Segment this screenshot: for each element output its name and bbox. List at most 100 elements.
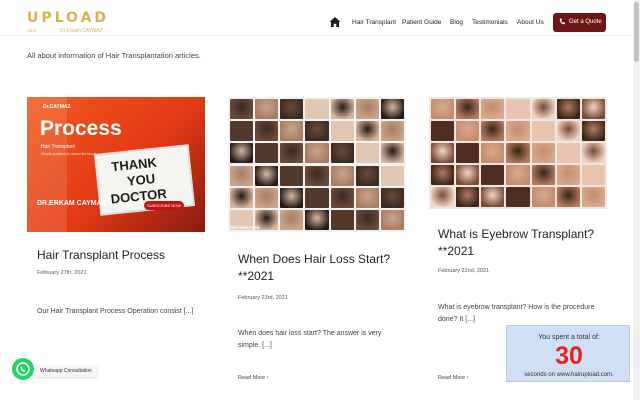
- photo-tile: [305, 187, 329, 208]
- whatsapp-consultation-label[interactable]: Whatsapp Consultation: [35, 365, 97, 377]
- photo-tile: [531, 99, 555, 119]
- get-a-quote-button[interactable]: Get a Quote: [553, 13, 606, 32]
- read-more-link[interactable]: Read More ›: [238, 375, 269, 382]
- photo-tile: [581, 99, 605, 119]
- nav-patient-guide[interactable]: Patient Guide: [402, 19, 441, 27]
- photo-tile: [506, 187, 530, 207]
- photo-tile: [431, 121, 455, 141]
- photo-tile: [556, 121, 580, 141]
- photo-tile: [330, 99, 354, 120]
- photo-tile: [556, 187, 580, 207]
- image-doctor-name: DR.ERKAM CAYMAZ: [37, 200, 106, 207]
- post-excerpt: When does hair loss start? The answer is…: [238, 330, 382, 349]
- photo-tile: [255, 187, 279, 208]
- nav-blog[interactable]: Blog: [450, 19, 463, 27]
- post-excerpt: Our Hair Transplant Process Operation co…: [37, 308, 194, 315]
- photo-tile: [280, 99, 304, 120]
- photo-tile: [230, 121, 254, 142]
- photo-tile: [456, 165, 480, 185]
- post-image-hair-transplant-process[interactable]: Dr.CAYMAZ Process Hair Transplant Simple…: [27, 97, 205, 232]
- post-image-eyebrow[interactable]: [429, 97, 607, 209]
- site-logo[interactable]: UPLOAD HAIR Dr.Erkam CAYMAZ: [27, 10, 117, 36]
- photo-tile: [280, 209, 304, 230]
- post-image-hair-loss[interactable]: BEFORE AFTER: [228, 97, 406, 232]
- post-title[interactable]: When Does Hair Loss Start? **2021: [238, 251, 398, 285]
- logo-wordmark: UPLOAD: [27, 10, 110, 26]
- photo-tile: [255, 99, 279, 120]
- photo-tile: [456, 121, 480, 141]
- post-date: February 22nd, 2021: [438, 268, 490, 274]
- nav-testimonials[interactable]: Testimonials: [472, 19, 508, 27]
- photo-tile: [380, 165, 404, 186]
- photo-tile: [481, 187, 505, 207]
- photo-tile: [431, 187, 455, 207]
- photo-tile: [531, 143, 555, 163]
- logo-tiny-text: HAIR: [27, 28, 37, 33]
- photo-tile: [506, 121, 530, 141]
- phone-icon: [559, 18, 565, 25]
- photo-tile: [506, 99, 530, 119]
- photo-tile: [481, 121, 505, 141]
- photo-tile: [506, 165, 530, 185]
- read-more-label: Read More: [238, 375, 266, 381]
- photo-tile: [330, 143, 354, 164]
- photo-tile: [581, 121, 605, 141]
- photo-tile: [456, 187, 480, 207]
- image-badge: Dr.CAYMAZ: [43, 104, 71, 110]
- photo-tile: [481, 143, 505, 163]
- image-before-label: BEFORE: [230, 225, 247, 230]
- post-excerpt: What is eyebrow transplant? How is the p…: [438, 304, 595, 323]
- post-title[interactable]: Hair Transplant Process: [37, 247, 165, 264]
- post-title[interactable]: What is Eyebrow Transplant? **2021: [438, 226, 603, 260]
- photo-tile: [255, 121, 279, 142]
- photo-tile: [456, 99, 480, 119]
- photo-tile: [556, 99, 580, 119]
- image-subheading: Hair Transplant: [41, 144, 75, 150]
- photo-tile: [230, 99, 254, 120]
- photo-tile: [556, 143, 580, 163]
- photo-tile: [531, 165, 555, 185]
- header-divider: [0, 35, 633, 36]
- photo-tile: [355, 143, 379, 164]
- photo-tile: [305, 99, 329, 120]
- photo-tile: [280, 143, 304, 164]
- scrollbar-thumb[interactable]: [634, 2, 639, 62]
- photo-tile: [355, 165, 379, 186]
- photo-tile: [581, 187, 605, 207]
- photo-tile: [230, 143, 254, 164]
- photo-tile: [481, 165, 505, 185]
- time-spent-widget: You spent a total of: 30 seconds on www.…: [506, 325, 630, 382]
- photo-tile: [380, 209, 404, 230]
- image-subscribe-badge: SUBSCRIBE NOW: [144, 201, 185, 210]
- read-more-label: Read More: [438, 375, 466, 381]
- nav-about-us[interactable]: About Us: [517, 19, 544, 27]
- image-after-label: AFTER: [246, 225, 260, 230]
- post-date: February 23rd, 2021: [238, 295, 288, 301]
- image-heading: Process: [40, 117, 122, 140]
- photo-tile: [355, 121, 379, 142]
- photo-tile: [255, 165, 279, 186]
- whatsapp-button[interactable]: [12, 358, 34, 380]
- page-scrollbar[interactable]: [633, 0, 640, 400]
- photo-tile: [380, 187, 404, 208]
- site-header: UPLOAD HAIR Dr.Erkam CAYMAZ Hair Transpl…: [0, 0, 640, 40]
- home-icon[interactable]: [329, 16, 341, 28]
- nav-hair-transplant[interactable]: Hair Transplant: [352, 19, 396, 27]
- photo-tile: [330, 165, 354, 186]
- photo-tile: [506, 143, 530, 163]
- photo-tile: [431, 99, 455, 119]
- photo-tile: [531, 187, 555, 207]
- whatsapp-icon: [16, 362, 30, 376]
- photo-tile: [581, 143, 605, 163]
- page: UPLOAD HAIR Dr.Erkam CAYMAZ Hair Transpl…: [0, 0, 640, 400]
- timer-seconds: 30: [555, 342, 583, 370]
- photo-tile: [280, 121, 304, 142]
- timer-caption: You spent a total of:: [538, 334, 600, 341]
- logo-tagline: Dr.Erkam CAYMAZ: [60, 28, 103, 34]
- read-more-link[interactable]: Read More ›: [438, 375, 469, 382]
- photo-tile: [380, 121, 404, 142]
- photo-tile: [380, 143, 404, 164]
- get-a-quote-label: Get a Quote: [569, 19, 602, 25]
- photo-tile: [330, 209, 354, 230]
- page-intro: All about information of Hair Transplant…: [27, 51, 201, 60]
